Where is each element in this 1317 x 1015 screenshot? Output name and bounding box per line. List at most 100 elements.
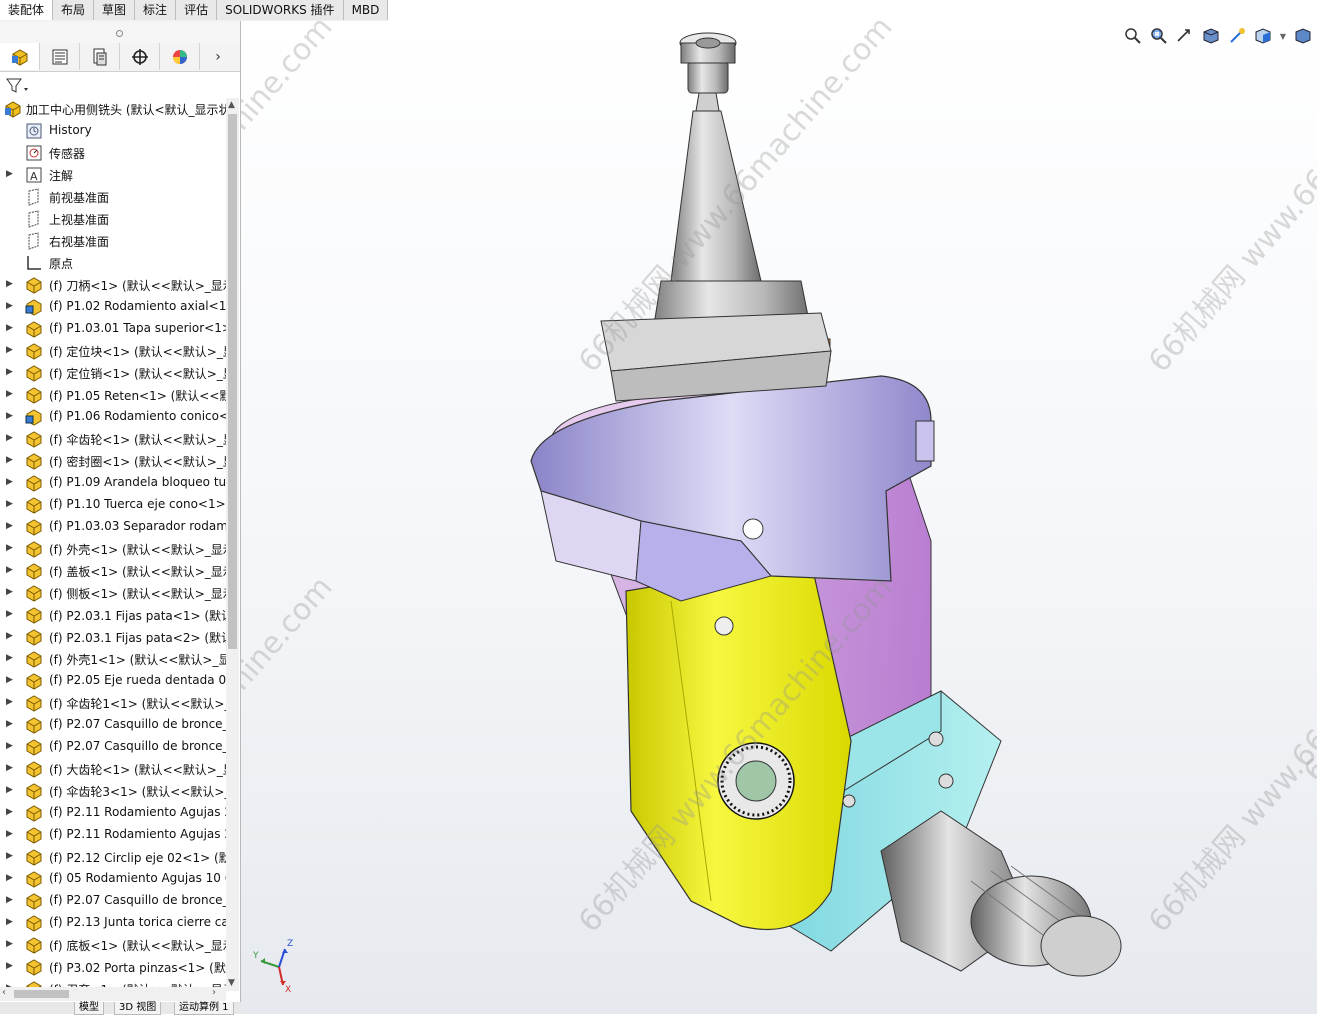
expand-arrow-icon[interactable]: ▶ [6,785,16,797]
expand-arrow-icon[interactable]: ▶ [6,609,16,621]
tree-item[interactable]: ▶ (f) P1.10 Tuerca eje cono<1> [0,494,226,516]
tree-item[interactable]: ▶ (f) 密封圈<1> (默认<<默认>_显 [0,450,226,472]
command-tab-2[interactable]: 草图 [94,0,136,20]
command-tab-4[interactable]: 评估 [176,0,218,20]
tree-item[interactable]: ▶ (f) P2.13 Junta torica cierre caj [0,912,226,934]
tree-vertical-scrollbar[interactable]: ▲ ▼ [226,98,239,991]
more-tabs-chevron-icon[interactable]: › [200,43,236,71]
tree-item[interactable]: ▶ (f) 底板<1> (默认<<默认>_显示 [0,934,226,956]
zoom-to-area-icon[interactable] [1147,24,1171,48]
scroll-left-arrow-icon[interactable]: ‹ [2,987,6,998]
scroll-up-arrow-icon[interactable]: ▲ [228,100,235,110]
panel-grip[interactable] [0,21,240,43]
featuremanager-tree-icon[interactable] [0,43,40,70]
tree-root-assembly[interactable]: 加工中心用侧铣头 (默认<默认_显示状态 [0,98,226,120]
tree-item[interactable]: ▶ (f) 伞齿轮3<1> (默认<<默认>_显 [0,780,226,802]
expand-arrow-icon[interactable]: ▶ [6,587,16,599]
section-view-icon[interactable] [1199,24,1223,48]
tree-item[interactable]: 右视基准面 [0,230,226,252]
tree-item[interactable]: ▶ (f) P2.11 Rodamiento Agujas 2 [0,824,226,846]
displaymanager-icon[interactable] [160,43,200,70]
tree-item[interactable]: ▶ (f) 盖板<1> (默认<<默认>_显示 [0,560,226,582]
expand-arrow-icon[interactable]: ▶ [6,169,16,181]
tree-item[interactable]: ▶ (f) 定位块<1> (默认<<默认>_显 [0,340,226,362]
graphics-area[interactable]: 66机械网 www.66machine.com66机械网 www.66machi… [241,21,1317,1014]
expand-arrow-icon[interactable]: ▶ [6,939,16,951]
expand-arrow-icon[interactable]: ▶ [6,389,16,401]
tree-item[interactable]: ▶ (f) 定位销<1> (默认<<默认>_显 [0,362,226,384]
expand-arrow-icon[interactable]: ▶ [6,455,16,467]
tree-item[interactable]: ▶ (f) P1.05 Reten<1> (默认<<默认 [0,384,226,406]
expand-arrow-icon[interactable]: ▶ [6,719,16,731]
previous-view-icon[interactable] [1173,24,1197,48]
dimxpertmanager-icon[interactable] [120,43,160,70]
tree-item[interactable]: ▶ (f) P1.09 Arandela bloqueo tue [0,472,226,494]
expand-arrow-icon[interactable]: ▶ [6,367,16,379]
expand-arrow-icon[interactable]: ▶ [6,565,16,577]
tab-motion-study[interactable]: 运动算例 1 [174,1002,234,1015]
tree-item[interactable]: ▶ (f) P2.03.1 Fijas pata<1> (默认 [0,604,226,626]
command-tab-0[interactable]: 装配体 [0,0,54,20]
expand-arrow-icon[interactable]: ▶ [6,741,16,753]
display-style-icon[interactable] [1291,24,1315,48]
expand-arrow-icon[interactable]: ▶ [6,301,16,313]
command-tab-3[interactable]: 标注 [135,0,177,20]
tree-item[interactable]: ▶ (f) 外壳1<1> (默认<<默认>_显示 [0,648,226,670]
tree-item[interactable]: ▶ (f) P2.05 Eje rueda dentada 01 [0,670,226,692]
tab-3d-views[interactable]: 3D 视图 [114,1002,162,1015]
expand-arrow-icon[interactable]: ▶ [6,345,16,357]
expand-arrow-icon[interactable]: ▶ [6,433,16,445]
tree-item[interactable]: ▶ (f) P2.07 Casquillo de bronce_4 [0,890,226,912]
expand-arrow-icon[interactable]: ▶ [6,323,16,335]
tree-item[interactable]: ▶ (f) 侧板<1> (默认<<默认>_显示 [0,582,226,604]
tree-item[interactable]: ▶ (f) 伞齿轮1<1> (默认<<默认>_显 [0,692,226,714]
expand-arrow-icon[interactable]: ▶ [6,631,16,643]
tree-item[interactable]: ▶ (f) P2.12 Circlip eje 02<1> (默认 [0,846,226,868]
scroll-down-arrow-icon[interactable]: ▼ [228,978,235,988]
expand-arrow-icon[interactable]: ▶ [6,697,16,709]
tree-item[interactable]: ▶ (f) 05 Rodamiento Agujas 10 6 [0,868,226,890]
tree-item[interactable]: ▶ (f) P2.11 Rodamiento Agujas 2 [0,802,226,824]
expand-arrow-icon[interactable]: ▶ [6,653,16,665]
expand-arrow-icon[interactable]: ▶ [6,807,16,819]
tab-model[interactable]: 模型 [74,1002,104,1015]
tree-item[interactable]: ▶ (f) P2.07 Casquillo de bronce_4 [0,736,226,758]
expand-arrow-icon[interactable]: ▶ [6,763,16,775]
propertymanager-icon[interactable] [40,43,80,70]
tree-item[interactable]: 上视基准面 [0,208,226,230]
tree-item[interactable]: 传感器 [0,142,226,164]
tree-item[interactable]: 前视基准面 [0,186,226,208]
tree-item[interactable]: 原点 [0,252,226,274]
expand-arrow-icon[interactable]: ▶ [6,829,16,841]
expand-arrow-icon[interactable]: ▶ [6,851,16,863]
tree-item[interactable]: ▶ (f) P1.02 Rodamiento axial<1> [0,296,226,318]
command-tab-1[interactable]: 布局 [53,0,95,20]
view-orientation-dropdown-icon[interactable]: ▼ [1277,24,1289,48]
dynamic-annotation-icon[interactable] [1225,24,1249,48]
vertical-scroll-thumb[interactable] [228,114,237,649]
tree-item[interactable]: ▶ (f) 刀柄<1> (默认<<默认>_显示 [0,274,226,296]
zoom-to-fit-icon[interactable] [1121,24,1145,48]
command-tab-5[interactable]: SOLIDWORKS 插件 [217,0,344,20]
view-orientation-icon[interactable] [1251,24,1275,48]
tree-item[interactable]: ▶ (f) 外壳<1> (默认<<默认>_显示 [0,538,226,560]
expand-arrow-icon[interactable]: ▶ [6,521,16,533]
expand-arrow-icon[interactable]: ▶ [6,961,16,973]
expand-arrow-icon[interactable]: ▶ [6,279,16,291]
tree-item[interactable]: ▶ A 注解 [0,164,226,186]
expand-arrow-icon[interactable]: ▶ [6,895,16,907]
tree-item[interactable]: ▶ (f) 大齿轮<1> (默认<<默认>_显 [0,758,226,780]
tree-item[interactable]: ▶ (f) P1.03.01 Tapa superior<1> [0,318,226,340]
expand-arrow-icon[interactable]: ▶ [6,675,16,687]
expand-arrow-icon[interactable]: ▶ [6,873,16,885]
filter-icon[interactable] [5,76,31,96]
expand-arrow-icon[interactable]: ▶ [6,411,16,423]
tree-item[interactable]: ▶ (f) P1.06 Rodamiento conico< [0,406,226,428]
tree-item[interactable]: ▶ (f) 伞齿轮<1> (默认<<默认>_显 [0,428,226,450]
tree-item[interactable]: History [0,120,226,142]
tree-horizontal-scrollbar[interactable]: ‹ › [0,987,226,1001]
expand-arrow-icon[interactable]: ▶ [6,917,16,929]
tree-item[interactable]: ▶ (f) P2.07 Casquillo de bronce_4 [0,714,226,736]
tree-item[interactable]: ▶ (f) P3.02 Porta pinzas<1> (默认 [0,956,226,978]
tree-item[interactable]: ▶ (f) P2.03.1 Fijas pata<2> (默认 [0,626,226,648]
